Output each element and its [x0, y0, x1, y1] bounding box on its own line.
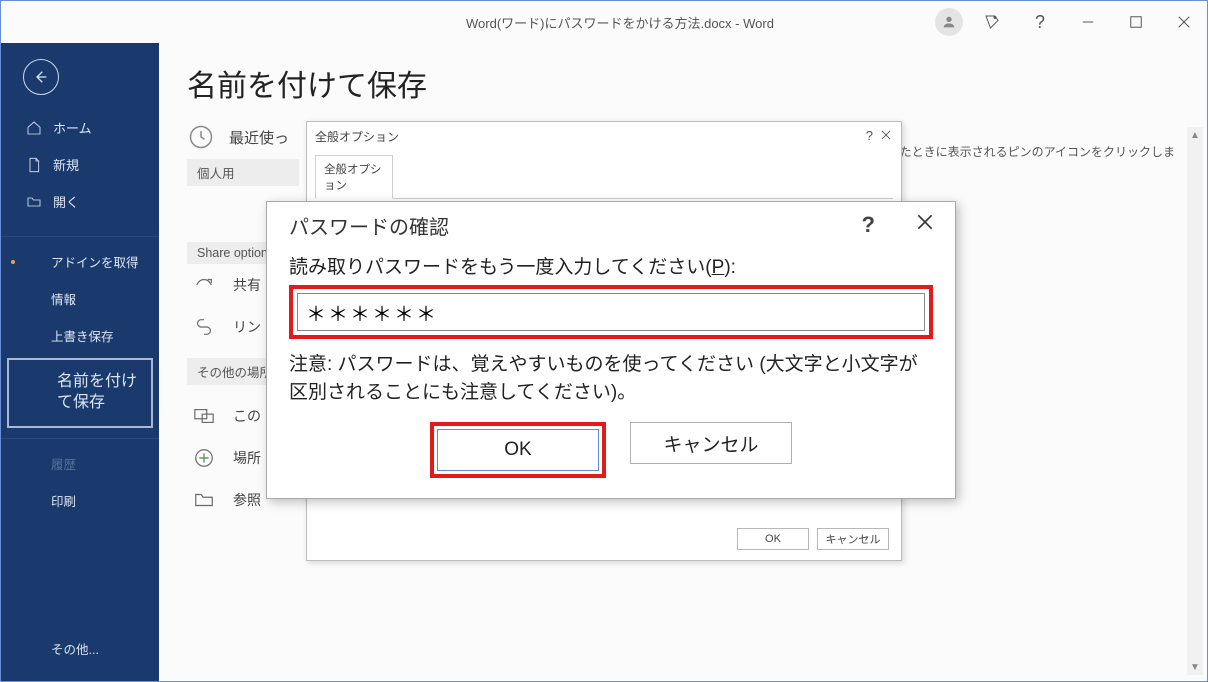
help-icon[interactable]: ? [1021, 1, 1059, 43]
account-avatar-icon[interactable] [935, 8, 963, 36]
sidebar-item-save-as[interactable]: 名前を付けて保存 [7, 358, 153, 428]
hint-text: せたときに表示されるピンのアイコンをクリックしま [888, 143, 1175, 160]
sidebar-label: 情報 [51, 289, 76, 308]
loc-label: 共有 [233, 275, 261, 295]
sidebar-label: 名前を付けて保存 [57, 373, 137, 411]
title-bar: Word(ワード)にパスワードをかける方法.docx - Word ? [1, 1, 1207, 43]
sidebar-item-print[interactable]: 印刷 [1, 482, 159, 519]
sidebar-item-other[interactable]: その他... [1, 630, 159, 667]
loc-label: この [233, 406, 261, 426]
ok-button-highlight: OK [430, 422, 606, 478]
dlg-general-ok-button[interactable]: OK [737, 528, 809, 550]
cancel-button[interactable]: キャンセル [630, 422, 792, 464]
backstage-sidebar: ホーム 新規 開く アドインを取得 情報 上書き保存 名前を付けて保存 履歴 印… [1, 43, 159, 681]
scroll-up-icon[interactable]: ▲ [1187, 127, 1203, 143]
dlg-general-tab[interactable]: 全般オプション [315, 155, 393, 199]
dlg-general-help-icon[interactable]: ? [866, 128, 873, 145]
back-button[interactable] [23, 59, 59, 95]
add-place-icon [189, 445, 219, 471]
dlg-pass-help-icon[interactable]: ? [862, 212, 875, 238]
sidebar-item-info[interactable]: 情報 [1, 280, 159, 317]
vertical-scrollbar[interactable]: ▲ ▼ [1187, 127, 1203, 675]
dlg-pass-close-icon[interactable] [915, 212, 935, 238]
sidebar-item-home[interactable]: ホーム [1, 109, 159, 146]
dlg-general-cancel-button[interactable]: キャンセル [817, 528, 889, 550]
sidebar-item-new[interactable]: 新規 [1, 146, 159, 183]
ok-button[interactable]: OK [437, 429, 599, 471]
recent-label: 最近使っ [229, 127, 289, 148]
dlg-pass-label: 読み取りパスワードをもう一度入力してください(P): [289, 252, 933, 279]
dlg-general-close-icon[interactable] [879, 128, 893, 145]
sidebar-label: 印刷 [51, 491, 76, 510]
sidebar-label: アドインを取得 [51, 252, 139, 271]
app-window: Word(ワード)にパスワードをかける方法.docx - Word ? [0, 0, 1208, 682]
sidebar-label: その他... [51, 639, 99, 658]
this-pc-icon [189, 403, 219, 429]
browse-folder-icon [189, 487, 219, 513]
password-confirm-dialog: パスワードの確認 ? 読み取りパスワードをもう一度入力してください(P): 注意… [266, 201, 956, 499]
sidebar-item-get-addins[interactable]: アドインを取得 [1, 243, 159, 280]
sidebar-item-open[interactable]: 開く [1, 183, 159, 220]
home-icon [25, 119, 43, 137]
password-input-highlight [289, 285, 933, 339]
minimize-button[interactable] [1069, 1, 1107, 43]
sidebar-item-history[interactable]: 履歴 [1, 445, 159, 482]
dlg-general-title: 全般オプション [315, 128, 399, 145]
maximize-button[interactable] [1117, 1, 1155, 43]
section-personal: 個人用 [187, 159, 299, 186]
new-doc-icon [25, 156, 43, 174]
sidebar-label: 履歴 [51, 454, 76, 473]
clock-icon [187, 123, 215, 151]
loc-label: リン [233, 317, 261, 337]
document-title: Word(ワード)にパスワードをかける方法.docx - Word [466, 13, 774, 32]
share-icon [189, 272, 219, 298]
dlg-pass-note: 注意: パスワードは、覚えやすいものを使ってください (大文字と小文字が区別され… [289, 351, 933, 406]
loc-label: 参照 [233, 490, 261, 510]
sidebar-item-save[interactable]: 上書き保存 [1, 317, 159, 354]
sidebar-label: 上書き保存 [51, 326, 114, 345]
sidebar-label: 新規 [53, 155, 79, 174]
scroll-down-icon[interactable]: ▼ [1187, 659, 1203, 675]
loc-label: 場所 [233, 448, 261, 468]
close-button[interactable] [1165, 1, 1203, 43]
page-title: 名前を付けて保存 [187, 61, 1179, 105]
password-input[interactable] [297, 293, 925, 331]
sidebar-label: ホーム [53, 118, 92, 137]
link-icon [189, 314, 219, 340]
sidebar-label: 開く [53, 192, 79, 211]
coming-soon-icon[interactable] [973, 1, 1011, 43]
dlg-pass-title: パスワードの確認 [289, 211, 449, 240]
open-folder-icon [25, 193, 43, 211]
